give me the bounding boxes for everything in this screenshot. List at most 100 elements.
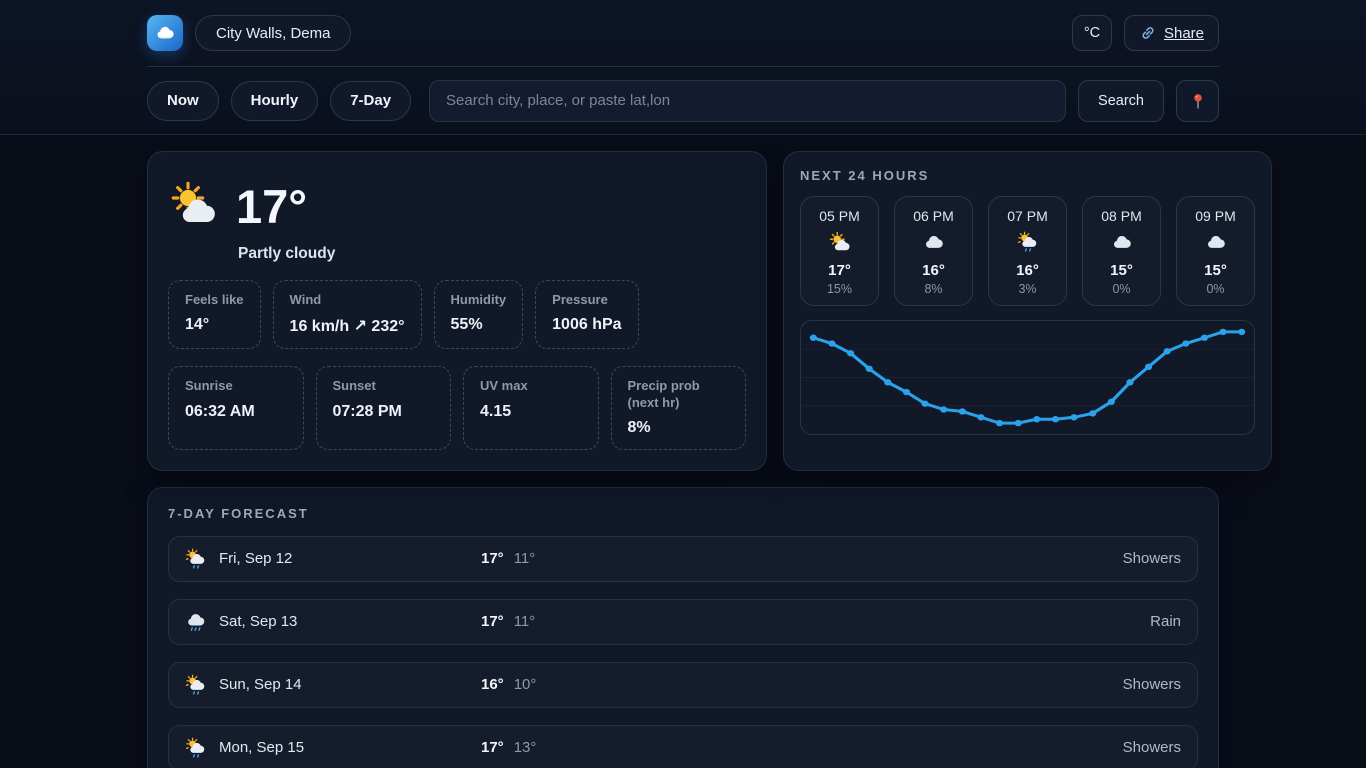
- use-my-location-button[interactable]: [1176, 80, 1219, 122]
- tab-hourly[interactable]: Hourly: [231, 81, 319, 121]
- stat-label: Pressure: [552, 292, 621, 308]
- stat-box: Sunrise 06:32 AM: [168, 366, 304, 450]
- weather-icon: [185, 674, 207, 696]
- hour-precip-prob: 3%: [989, 282, 1066, 296]
- round-pushpin-icon: [1188, 91, 1208, 111]
- weather-icon: [923, 244, 945, 261]
- high-temp: 17°: [481, 613, 504, 630]
- hour-label: 08 PM: [1083, 208, 1160, 224]
- stat-value: 06:32 AM: [185, 403, 287, 421]
- hour-temp: 15°: [1083, 262, 1160, 279]
- hour-card: 06 PM 16° 8%: [894, 196, 973, 306]
- current-condition-label: Partly cloudy: [238, 245, 746, 263]
- search-button[interactable]: Search: [1078, 80, 1164, 122]
- forecast-day-row[interactable]: Fri, Sep 12 17° 11° Showers: [168, 536, 1198, 582]
- app-header: City Walls, Dema °C Share Now Hourly 7-D…: [0, 0, 1366, 135]
- stat-value: 55%: [451, 316, 507, 334]
- hour-label: 05 PM: [801, 208, 878, 224]
- high-temp: 16°: [481, 676, 504, 693]
- stat-value: 07:28 PM: [333, 403, 435, 421]
- stat-box: Wind 16 km/h ↗ 232°: [273, 280, 422, 349]
- hour-temp: 17°: [801, 262, 878, 279]
- seven-day-heading: 7-DAY FORECAST: [168, 506, 1198, 521]
- low-temp: 11°: [514, 613, 536, 630]
- hour-temp: 16°: [895, 262, 972, 279]
- weather-icon: [1017, 244, 1039, 261]
- stat-label: Wind: [290, 292, 405, 308]
- stat-value: 16 km/h ↗ 232°: [290, 316, 405, 336]
- condition-label: Rain: [1150, 613, 1181, 630]
- hour-precip-prob: 15%: [801, 282, 878, 296]
- hour-temp: 15°: [1177, 262, 1254, 279]
- stat-label: Humidity: [451, 292, 507, 308]
- condition-label: Showers: [1123, 676, 1181, 693]
- unit-toggle-button[interactable]: °C: [1072, 15, 1112, 51]
- weather-icon: [829, 244, 851, 261]
- low-temp: 11°: [514, 550, 536, 567]
- weather-icon: [185, 611, 207, 633]
- share-button-label: Share: [1164, 25, 1204, 42]
- hour-card: 08 PM 15° 0%: [1082, 196, 1161, 306]
- stats-row-2: Sunrise 06:32 AM Sunset 07:28 PM UV max …: [168, 366, 746, 450]
- hour-temp: 16°: [989, 262, 1066, 279]
- stats-row-1: Feels like 14° Wind 16 km/h ↗ 232° Humid…: [168, 280, 746, 349]
- hour-card: 09 PM 15° 0%: [1176, 196, 1255, 306]
- cloud-icon: [154, 22, 176, 44]
- current-conditions-card: 17° Partly cloudy Feels like 14° Wind 16…: [147, 151, 767, 471]
- weather-icon: [1205, 244, 1227, 261]
- forecast-day-row[interactable]: Sat, Sep 13 17° 11° Rain: [168, 599, 1198, 645]
- seven-day-forecast-card: 7-DAY FORECAST Fri, Sep 12 17° 11° Showe…: [147, 487, 1219, 768]
- stat-label: Feels like: [185, 292, 244, 308]
- next-24-hours-card: NEXT 24 HOURS 05 PM 17° 15% 06 PM 16° 8%…: [783, 151, 1272, 471]
- stat-box: Feels like 14°: [168, 280, 261, 349]
- forecast-day-row[interactable]: Sun, Sep 14 16° 10° Showers: [168, 662, 1198, 708]
- high-temp: 17°: [481, 550, 504, 567]
- forecast-day-row[interactable]: Mon, Sep 15 17° 13° Showers: [168, 725, 1198, 768]
- forecast-rows: Fri, Sep 12 17° 11° Showers Sat, Sep 13 …: [168, 536, 1198, 768]
- hour-precip-prob: 0%: [1177, 282, 1254, 296]
- day-date: Sat, Sep 13: [219, 613, 481, 630]
- hour-card: 07 PM 16° 3%: [988, 196, 1067, 306]
- stat-box: Humidity 55%: [434, 280, 524, 349]
- stat-label: UV max: [480, 378, 582, 394]
- link-icon: [1139, 24, 1157, 42]
- next-24-hours-heading: NEXT 24 HOURS: [800, 168, 1255, 183]
- condition-label: Showers: [1123, 739, 1181, 756]
- stat-box: Precip prob (next hr) 8%: [611, 366, 747, 450]
- day-date: Mon, Sep 15: [219, 739, 481, 756]
- stat-label: Sunrise: [185, 378, 287, 394]
- high-temp: 17°: [481, 739, 504, 756]
- weather-icon: [185, 548, 207, 570]
- weather-icon: [185, 737, 207, 759]
- search-input[interactable]: [429, 80, 1066, 122]
- app-logo: [147, 15, 183, 51]
- day-date: Sun, Sep 14: [219, 676, 481, 693]
- stat-value: 8%: [628, 419, 730, 437]
- low-temp: 10°: [514, 676, 537, 693]
- weather-icon: [1111, 244, 1133, 261]
- stat-value: 14°: [185, 316, 244, 334]
- stat-label: Precip prob (next hr): [628, 378, 730, 411]
- partly-cloudy-icon: [170, 180, 218, 233]
- stat-box: Sunset 07:28 PM: [316, 366, 452, 450]
- stat-label: Sunset: [333, 378, 435, 394]
- hour-card: 05 PM 17° 15%: [800, 196, 879, 306]
- hour-precip-prob: 0%: [1083, 282, 1160, 296]
- stat-box: Pressure 1006 hPa: [535, 280, 638, 349]
- current-temperature: 17°: [236, 183, 307, 230]
- hour-label: 06 PM: [895, 208, 972, 224]
- low-temp: 13°: [514, 739, 537, 756]
- stat-value: 1006 hPa: [552, 316, 621, 334]
- hourly-temp-chart: [800, 320, 1255, 435]
- hour-label: 09 PM: [1177, 208, 1254, 224]
- share-button[interactable]: Share: [1124, 15, 1219, 51]
- tab-now[interactable]: Now: [147, 81, 219, 121]
- hourly-strip[interactable]: 05 PM 17° 15% 06 PM 16° 8% 07 PM 16° 3% …: [800, 196, 1255, 306]
- hour-label: 07 PM: [989, 208, 1066, 224]
- tab-7day[interactable]: 7-Day: [330, 81, 411, 121]
- hour-precip-prob: 8%: [895, 282, 972, 296]
- stat-box: UV max 4.15: [463, 366, 599, 450]
- day-date: Fri, Sep 12: [219, 550, 481, 567]
- condition-label: Showers: [1123, 550, 1181, 567]
- location-chip[interactable]: City Walls, Dema: [195, 15, 351, 51]
